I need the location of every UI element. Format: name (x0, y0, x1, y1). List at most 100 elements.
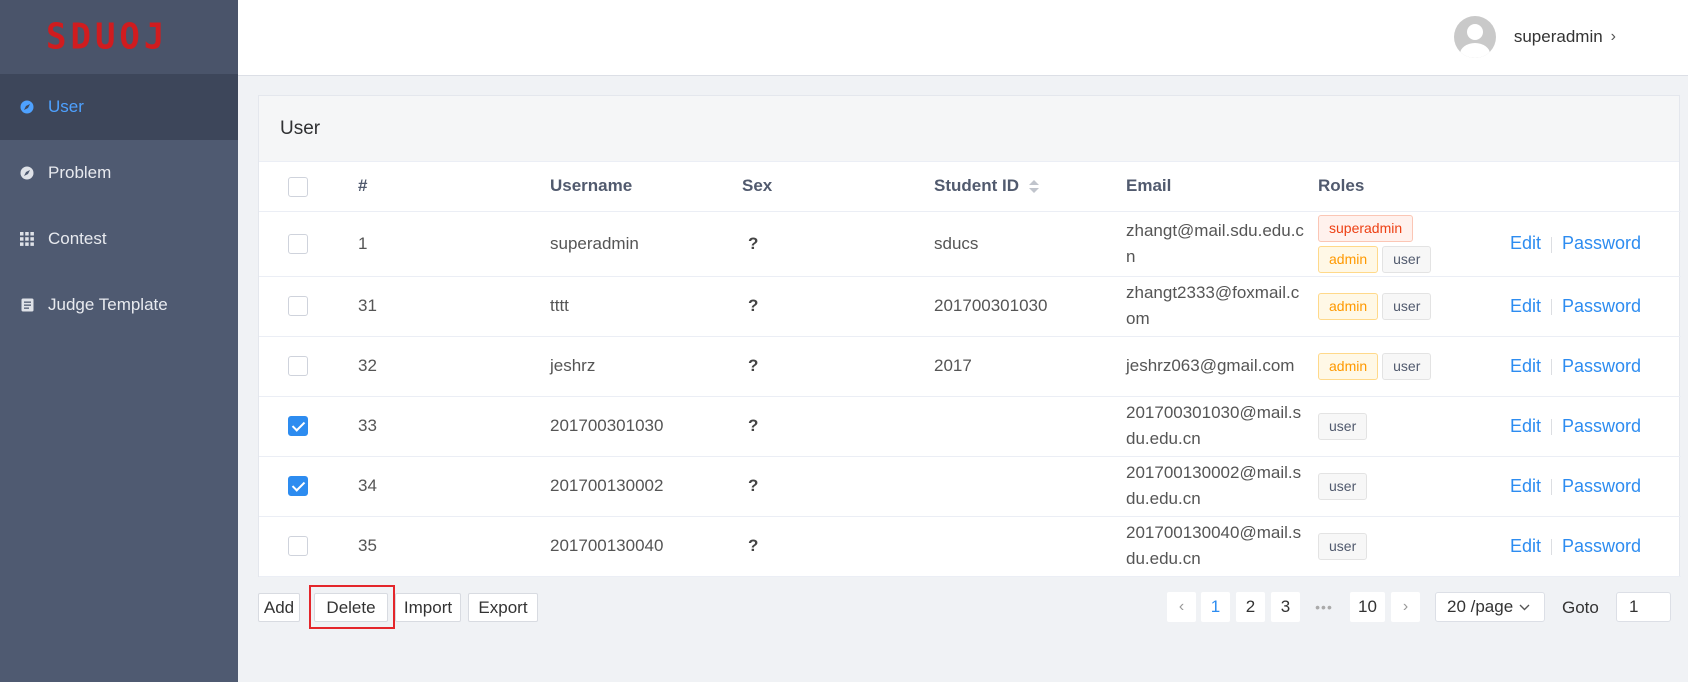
next-page-button[interactable]: › (1391, 592, 1420, 622)
row-sex: ? (742, 336, 934, 397)
role-tag-admin: admin (1318, 292, 1379, 320)
goto-label: Goto (1562, 598, 1599, 617)
user-menu[interactable]: superadmin › (1453, 16, 1616, 58)
sidebar-item-user[interactable]: User (0, 74, 238, 140)
edit-link[interactable]: Edit (1510, 536, 1541, 556)
row-select-cell (259, 516, 358, 577)
row-roles: user (1318, 396, 1510, 457)
page-title: User (259, 96, 1679, 162)
row-actions: Edit Password (1510, 276, 1681, 337)
table-row: 1 superadmin ? sducs zhangt@mail.sdu.edu… (259, 211, 1681, 277)
column-header-index: # (358, 162, 550, 212)
edit-link[interactable]: Edit (1510, 356, 1541, 376)
row-checkbox[interactable] (288, 536, 308, 557)
row-checkbox[interactable] (288, 296, 308, 317)
row-select-cell (259, 276, 358, 337)
row-id: 1 (358, 211, 550, 277)
edit-link[interactable]: Edit (1510, 296, 1541, 316)
role-tag-user: user (1382, 352, 1432, 380)
sidebar-item-problem[interactable]: Problem (0, 140, 238, 206)
row-roles: user (1318, 516, 1510, 577)
password-link[interactable]: Password (1562, 536, 1641, 556)
row-checkbox[interactable] (288, 416, 308, 437)
goto-page-input[interactable] (1616, 592, 1671, 622)
row-username: superadmin (550, 211, 742, 277)
table-row: 35 201700130040 ? 201700130040@mail.sdu.… (259, 516, 1681, 577)
page-3-button[interactable]: 3 (1271, 592, 1300, 622)
row-actions: Edit Password (1510, 456, 1681, 517)
divider (1551, 236, 1553, 253)
sidebar-item-label: Contest (48, 229, 107, 248)
sidebar-item-label: User (48, 97, 84, 116)
role-tag-admin: admin (1318, 245, 1379, 273)
logo[interactable]: SDUOJ (0, 0, 238, 74)
export-button[interactable]: Export (468, 593, 538, 622)
sort-icon[interactable] (1029, 179, 1039, 194)
row-username: 201700130002 (550, 456, 742, 517)
column-header-actions (1510, 162, 1681, 212)
row-checkbox[interactable] (288, 476, 308, 497)
role-tag-user: user (1382, 245, 1432, 273)
row-checkbox[interactable] (288, 233, 308, 254)
column-header-username: Username (550, 162, 742, 212)
row-sex: ? (742, 276, 934, 337)
sidebar-item-contest[interactable]: Contest (0, 206, 238, 272)
sidebar-item-label: Judge Template (48, 295, 168, 314)
table-row: 34 201700130002 ? 201700130002@mail.sdu.… (259, 456, 1681, 517)
page-2-button[interactable]: 2 (1236, 592, 1265, 622)
table-row: 31 tttt ? 201700301030 zhangt2333@foxmai… (259, 276, 1681, 337)
row-actions: Edit Password (1510, 211, 1681, 277)
column-header-sex: Sex (742, 162, 934, 212)
role-tag-admin: admin (1318, 352, 1379, 380)
role-tag-user: user (1318, 532, 1368, 560)
page-10-button[interactable]: 10 (1350, 592, 1385, 622)
column-header-student-id[interactable]: Student ID (934, 162, 1126, 212)
table-row: 33 201700301030 ? 201700301030@mail.sdu.… (259, 396, 1681, 457)
divider (1551, 539, 1553, 556)
password-link[interactable]: Password (1562, 476, 1641, 496)
row-roles: superadmin admin user (1318, 211, 1510, 277)
user-name[interactable]: superadmin (1514, 27, 1603, 47)
column-header-student-id-label: Student ID (934, 176, 1019, 196)
select-all-checkbox[interactable] (288, 176, 308, 197)
sidebar-item-label: Problem (48, 163, 112, 182)
edit-link[interactable]: Edit (1510, 476, 1541, 496)
row-select-cell (259, 456, 358, 517)
row-username: 201700130040 (550, 516, 742, 577)
password-link[interactable]: Password (1562, 416, 1641, 436)
row-actions: Edit Password (1510, 396, 1681, 457)
row-email: jeshrz063@gmail.com (1126, 336, 1318, 397)
import-button[interactable]: Import (395, 593, 461, 622)
row-sex: ? (742, 456, 934, 517)
chevron-down-icon (1519, 600, 1530, 614)
row-checkbox[interactable] (288, 356, 308, 377)
add-button[interactable]: Add (258, 593, 300, 622)
edit-link[interactable]: Edit (1510, 416, 1541, 436)
edit-link[interactable]: Edit (1510, 233, 1541, 253)
password-link[interactable]: Password (1562, 356, 1641, 376)
password-link[interactable]: Password (1562, 296, 1641, 316)
user-card: User # Username Sex Student ID Email Rol… (258, 95, 1681, 577)
row-email: zhangt2333@foxmail.com (1126, 276, 1318, 337)
logo-text: SDUOJ (46, 16, 169, 58)
row-student-id (934, 516, 1126, 577)
page-size-select[interactable]: 20 /page (1435, 592, 1545, 622)
role-tag-user: user (1318, 472, 1368, 500)
password-link[interactable]: Password (1562, 233, 1641, 253)
compass-icon (20, 100, 34, 114)
top-header: superadmin › (238, 0, 1688, 76)
pagination-ellipsis[interactable]: ••• (1306, 592, 1342, 622)
compass-icon (20, 166, 34, 180)
sidebar: SDUOJ User Problem Contest Judge Templat… (0, 0, 238, 682)
prev-page-button[interactable]: ‹ (1167, 592, 1196, 622)
row-email: 201700301030@mail.sdu.edu.cn (1126, 396, 1318, 457)
avatar[interactable] (1453, 16, 1496, 58)
sidebar-item-judge-template[interactable]: Judge Template (0, 272, 238, 338)
row-id: 33 (358, 396, 550, 457)
row-student-id (934, 456, 1126, 517)
column-header-roles: Roles (1318, 162, 1510, 212)
select-all-cell (259, 162, 358, 212)
chevron-right-icon[interactable]: › (1611, 28, 1616, 46)
row-roles: user (1318, 456, 1510, 517)
page-1-button[interactable]: 1 (1201, 592, 1230, 622)
